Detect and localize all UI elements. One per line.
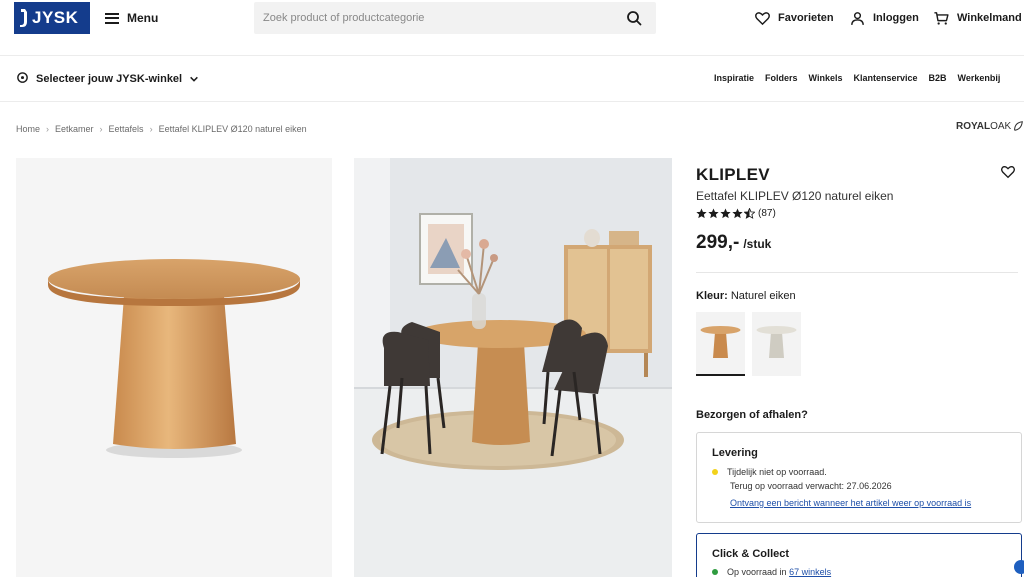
product-price: 299,-/stuk (696, 232, 771, 254)
cart-label: Winkelmand (957, 12, 1022, 24)
favorite-heart-icon[interactable] (1000, 164, 1016, 180)
divider (696, 272, 1018, 273)
breadcrumb-separator: › (99, 124, 103, 134)
click-collect-status: Op voorraad in 67 winkels (712, 567, 831, 577)
star-full-icon (708, 208, 719, 219)
color-value: Naturel eiken (730, 290, 796, 302)
swatch-naturel-eiken[interactable] (696, 312, 745, 376)
swatch-wit[interactable] (752, 312, 801, 376)
delivery-box[interactable]: Levering Tijdelijk niet op voorraad. Ter… (696, 432, 1022, 523)
rating-stars (696, 208, 755, 219)
nav-klantenservice[interactable]: Klantenservice (853, 73, 917, 83)
sub-header: Selecteer jouw JYSK-winkel Inspiratie Fo… (0, 57, 1024, 102)
product-title: KLIPLEV (696, 165, 770, 184)
swatch-white-table-thumb (756, 326, 797, 358)
breadcrumb: Home › Eetkamer › Eettafels › Eettafel K… (16, 124, 307, 134)
review-count: (87) (758, 208, 776, 219)
nav-b2b[interactable]: B2B (929, 73, 947, 83)
nav-winkels[interactable]: Winkels (809, 73, 843, 83)
star-full-icon (732, 208, 743, 219)
search-input[interactable] (254, 2, 614, 34)
breadcrumb-home[interactable]: Home (16, 124, 40, 134)
delivery-back-in-stock: Terug op voorraad verwacht: 27.06.2026 (730, 481, 892, 491)
location-pin-icon (17, 72, 28, 83)
color-label: Kleur: Naturel eiken (696, 290, 796, 302)
store-select-label: Selecteer jouw JYSK-winkel (36, 72, 183, 85)
royal-oak-logo[interactable]: ROYAL OAK (956, 120, 1024, 132)
favorites-label: Favorieten (778, 12, 834, 24)
breadcrumb-separator: › (46, 124, 50, 134)
price-unit: /stuk (743, 237, 772, 251)
delivery-status: Tijdelijk niet op voorraad. (712, 467, 827, 477)
notify-stock-link[interactable]: Ontvang een bericht wanneer het artikel … (730, 498, 971, 508)
brand-logo-part1: ROYAL (956, 120, 991, 132)
stores-link[interactable]: 67 winkels (789, 567, 831, 577)
swatch-oak-table-thumb (700, 326, 741, 358)
oak-leaf-icon (1014, 121, 1024, 131)
click-collect-box[interactable]: Click & Collect Op voorraad in 67 winkel… (696, 533, 1022, 577)
delivery-question: Bezorgen of afhalen? (696, 409, 808, 421)
chevron-down-icon (190, 76, 198, 82)
delivery-status-text: Tijdelijk niet op voorraad. (727, 467, 827, 477)
breadcrumb-eetkamer[interactable]: Eetkamer (55, 124, 94, 134)
brand-logo-part2: OAK (990, 120, 1012, 132)
room-scene-illustration (354, 158, 672, 577)
logo-text: JYSK (32, 8, 79, 27)
breadcrumb-current: Eettafel KLIPLEV Ø120 naturel eiken (158, 124, 307, 134)
heart-icon (755, 11, 770, 25)
user-icon (851, 11, 864, 25)
store-selector[interactable]: Selecteer jouw JYSK-winkel (16, 72, 199, 85)
login-link[interactable]: Inloggen (849, 9, 919, 27)
status-dot-green (712, 569, 718, 575)
menu-button[interactable]: Menu (105, 8, 158, 28)
site-header: JYSK Menu Favorieten Inloggen Winkelmand (0, 0, 1024, 56)
price-value: 299,- (696, 232, 740, 253)
cart-icon (934, 11, 949, 25)
selected-check-icon (1014, 560, 1024, 574)
status-dot-yellow (712, 469, 718, 475)
breadcrumb-eettafels[interactable]: Eettafels (109, 124, 144, 134)
star-full-icon (696, 208, 707, 219)
product-image-main[interactable] (16, 158, 332, 577)
product-subtitle: Eettafel KLIPLEV Ø120 naturel eiken (696, 189, 894, 203)
top-nav: Inspiratie Folders Winkels Klantenservic… (714, 73, 1000, 83)
login-label: Inloggen (873, 12, 919, 24)
round-table-illustration (48, 259, 300, 458)
color-label-key: Kleur: (696, 290, 728, 302)
favorites-link[interactable]: Favorieten (754, 9, 834, 27)
breadcrumb-separator: › (149, 124, 153, 134)
search-bar (254, 2, 656, 34)
search-icon[interactable] (626, 10, 642, 26)
click-collect-status-text: Op voorraad in (727, 567, 787, 577)
product-rating[interactable]: (87) (696, 208, 776, 219)
nav-inspiratie[interactable]: Inspiratie (714, 73, 754, 83)
product-image-room[interactable] (354, 158, 672, 577)
star-half-icon (744, 208, 755, 219)
star-full-icon (720, 208, 731, 219)
hamburger-icon (105, 12, 119, 24)
jysk-logo[interactable]: JYSK (14, 2, 90, 34)
cart-link[interactable]: Winkelmand (933, 9, 1022, 27)
nav-folders[interactable]: Folders (765, 73, 798, 83)
menu-label: Menu (127, 11, 159, 25)
logo-mark-icon (20, 9, 27, 27)
click-collect-title: Click & Collect (712, 548, 790, 560)
nav-werkenbij[interactable]: Werkenbij (958, 73, 1001, 83)
delivery-title: Levering (712, 447, 758, 459)
